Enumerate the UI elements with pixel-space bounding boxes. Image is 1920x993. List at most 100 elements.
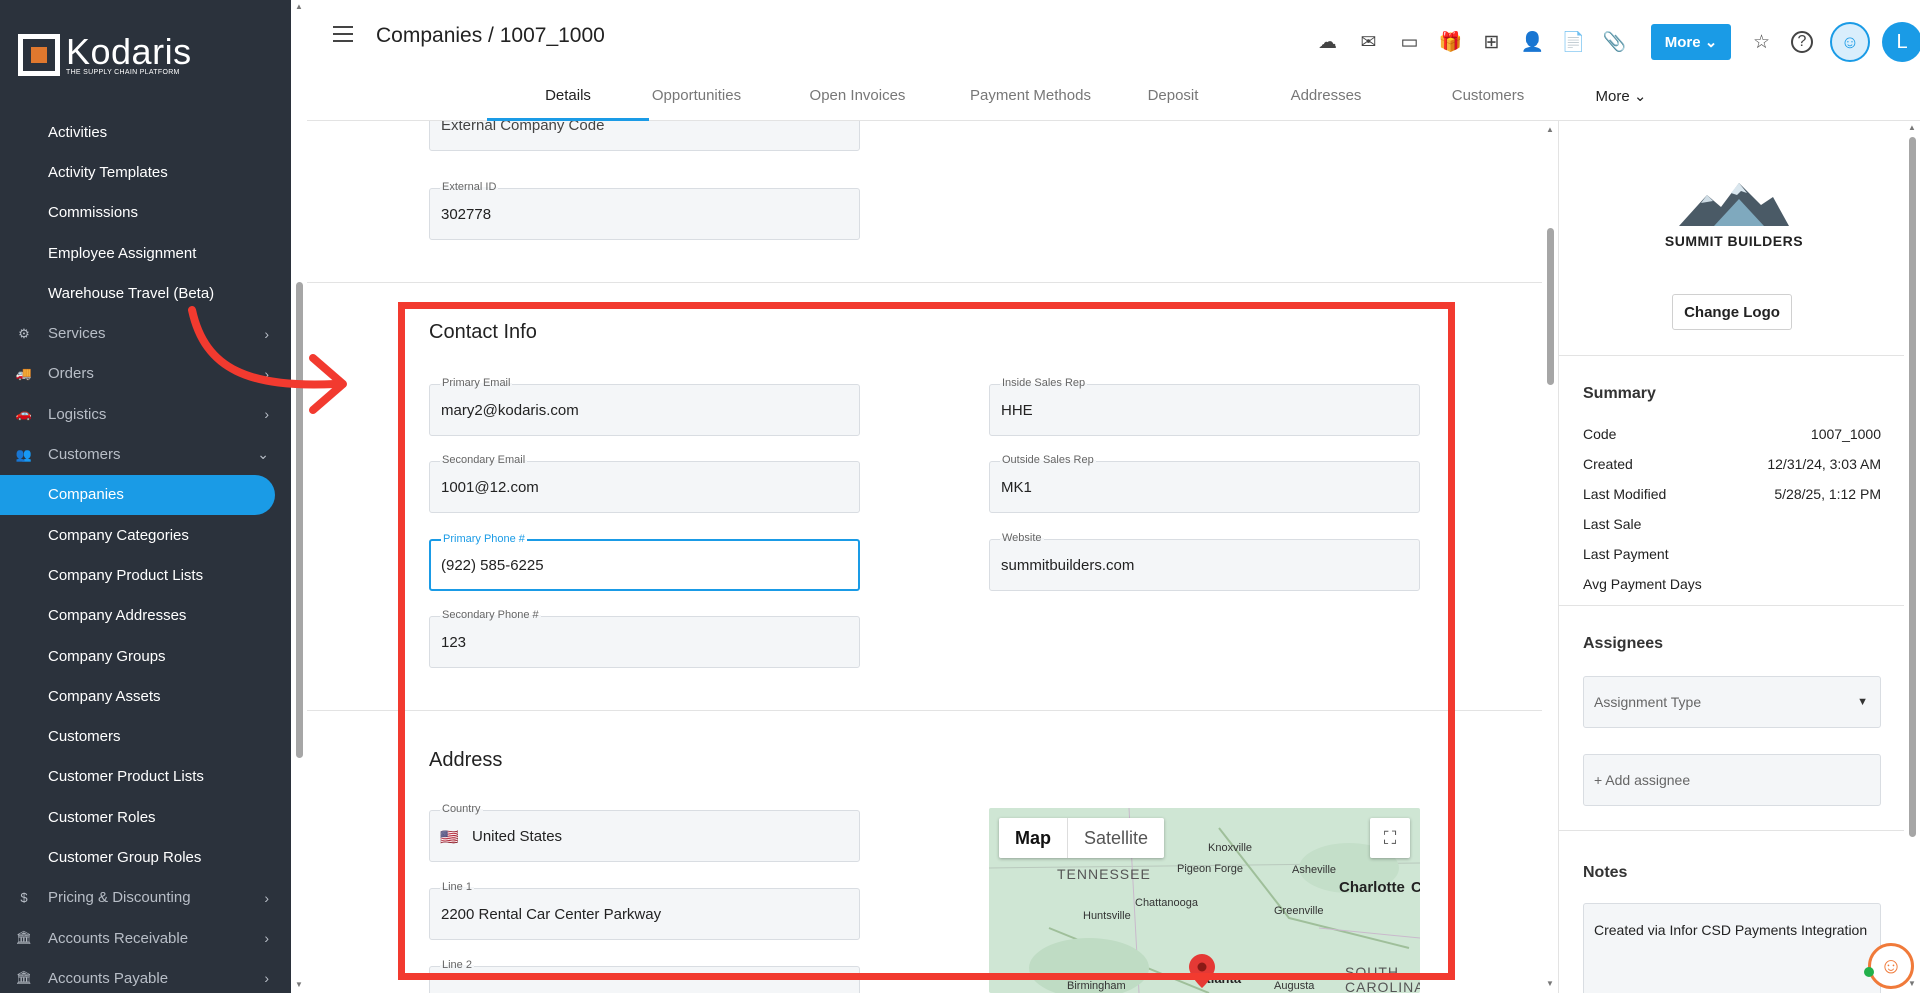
assistant-bot-icon[interactable]: ☺ <box>1830 22 1870 62</box>
bank-icon: 🏛 <box>15 930 33 946</box>
detail-tabs: Details Opportunities Open Invoices Payment… <box>307 80 1920 121</box>
external-id-field[interactable]: External ID 302778 <box>429 181 860 240</box>
sidebar-item-commissions[interactable]: Commissions <box>0 193 291 233</box>
assignment-type-select[interactable]: Assignment Type ▼ <box>1583 676 1881 728</box>
scroll-up-icon[interactable]: ▲ <box>1908 123 1916 132</box>
user-avatar[interactable]: L <box>1882 22 1920 62</box>
sidebar-item-accounts-payable[interactable]: 🏛 Accounts Payable › <box>0 958 291 993</box>
external-company-code-field[interactable]: External Company Code <box>429 121 860 151</box>
sidebar-item-label: Services <box>48 325 106 343</box>
sidebar-item-label: Accounts Payable <box>48 969 169 987</box>
sidebar-item-pricing-discounting[interactable]: $ Pricing & Discounting › <box>0 878 291 918</box>
sidebar-item-company-product-lists[interactable]: Company Product Lists <box>0 555 291 595</box>
scroll-down-icon[interactable]: ▼ <box>295 980 303 989</box>
logo-tagline: THE SUPPLY CHAIN PLATFORM <box>66 68 180 76</box>
main-scroll-thumb[interactable] <box>1547 228 1554 385</box>
summary-value: 5/28/25, 1:12 PM <box>1774 486 1881 502</box>
summary-label: Created <box>1583 456 1633 472</box>
chevron-right-icon: › <box>264 889 269 906</box>
annotation-arrow-icon <box>188 306 347 414</box>
tab-more[interactable]: More ⌄ <box>1573 80 1669 121</box>
add-assignee-input[interactable]: + Add assignee <box>1583 754 1881 806</box>
logo-name: Kodaris <box>66 30 192 72</box>
online-status-dot <box>1864 967 1874 977</box>
sidebar-item-companies[interactable]: Companies <box>0 474 275 515</box>
main-scrollbar[interactable]: ▲ ▼ <box>1543 121 1558 993</box>
summary-title: Summary <box>1583 385 1656 402</box>
chevron-right-icon: › <box>264 970 269 987</box>
scroll-up-icon[interactable]: ▲ <box>1546 125 1554 134</box>
sidebar-item-employee-assignment[interactable]: Employee Assignment <box>0 233 291 273</box>
tab-addresses[interactable]: Addresses <box>1253 80 1399 121</box>
tab-open-invoices[interactable]: Open Invoices <box>788 80 927 121</box>
card-icon[interactable]: ▭ <box>1389 26 1430 58</box>
summary-row: Code 1007_1000 <box>1583 426 1881 442</box>
chat-support-icon[interactable]: ☺ <box>1868 943 1914 989</box>
person-add-icon[interactable]: 👤 <box>1512 26 1553 58</box>
attachment-icon[interactable]: 📎 <box>1594 26 1635 58</box>
side-panel-scroll-thumb[interactable] <box>1909 137 1916 837</box>
scroll-down-icon[interactable]: ▼ <box>1908 979 1916 988</box>
mail-icon[interactable]: ✉ <box>1348 26 1389 58</box>
kodaris-logo-mark <box>18 34 60 76</box>
add-assignee-placeholder: + Add assignee <box>1594 772 1691 788</box>
sidebar-item-customer-product-lists[interactable]: Customer Product Lists <box>0 757 291 797</box>
sidebar-item-label: Activities <box>48 123 108 141</box>
scroll-up-icon[interactable]: ▲ <box>295 2 303 11</box>
sidebar-item-activity-templates[interactable]: Activity Templates <box>0 152 291 192</box>
chevron-down-icon: ⌄ <box>257 446 269 463</box>
sidebar-item-label: Customer Group Roles <box>48 848 202 866</box>
gift-icon[interactable]: 🎁 <box>1430 26 1471 58</box>
sidebar-scrollbar[interactable]: ▲ ▼ <box>292 0 307 993</box>
gears-icon: ⚙ <box>18 325 30 341</box>
screen-add-icon[interactable]: ⊞ <box>1471 26 1512 58</box>
dropdown-arrow-icon: ▼ <box>1857 696 1868 708</box>
sidebar-item-label: Pricing & Discounting <box>48 889 191 907</box>
sidebar-item-activities[interactable]: Activities <box>0 112 291 152</box>
sidebar-item-label: Company Assets <box>48 687 161 705</box>
sidebar-item-company-assets[interactable]: Company Assets <box>0 676 291 716</box>
notes-textarea[interactable]: Created via Infor CSD Payments Integrati… <box>1583 903 1881 993</box>
cloud-upload-icon[interactable]: ☁ <box>1307 26 1348 58</box>
change-logo-button[interactable]: Change Logo <box>1672 294 1792 330</box>
summary-row: Created 12/31/24, 3:03 AM <box>1583 456 1881 472</box>
breadcrumb: Companies / 1007_1000 <box>376 24 605 47</box>
sidebar: Kodaris THE SUPPLY CHAIN PLATFORM Activi… <box>0 0 291 993</box>
summary-label: Avg Payment Days <box>1583 576 1702 592</box>
car-icon: 🚗 <box>15 406 33 422</box>
header-toolbar: ☁ ✉ ▭ 🎁 ⊞ 👤 📄 📎 More ⌄ ☆? ☺ L <box>1307 22 1920 62</box>
notes-title: Notes <box>1583 864 1628 881</box>
tab-opportunities[interactable]: Opportunities <box>627 80 766 121</box>
hamburger-menu-icon[interactable] <box>333 26 353 47</box>
sidebar-item-accounts-receivable[interactable]: 🏛 Accounts Receivable › <box>0 918 291 958</box>
summary-section: Summary Code 1007_1000 Created 12/31/24, 3:… <box>1559 356 1905 606</box>
side-panel-scrollbar[interactable]: ▲ ▼ <box>1904 121 1920 993</box>
sidebar-item-customer-roles[interactable]: Customer Roles <box>0 797 291 837</box>
sidebar-item-customers[interactable]: Customers <box>0 716 291 756</box>
more-actions-button[interactable]: More ⌄ <box>1651 24 1731 60</box>
star-icon[interactable]: ☆ <box>1741 26 1782 58</box>
sidebar-item-customers[interactable]: 👥 Customers ⌄ <box>0 434 291 474</box>
people-icon: 👥 <box>15 446 33 462</box>
sidebar-item-label: Company Groups <box>48 647 166 665</box>
sidebar-item-company-groups[interactable]: Company Groups <box>0 636 291 676</box>
tab-payment-methods[interactable]: Payment Methods <box>948 80 1113 121</box>
map-place-augusta: Augusta <box>1274 980 1315 992</box>
assignees-title: Assignees <box>1583 635 1664 652</box>
scroll-down-icon[interactable]: ▼ <box>1546 979 1554 988</box>
tab-customers[interactable]: Customers <box>1417 80 1559 121</box>
summary-row: Last Modified 5/28/25, 1:12 PM <box>1583 486 1881 502</box>
summary-row: Last Payment <box>1583 546 1881 562</box>
tab-deposit[interactable]: Deposit <box>1119 80 1227 121</box>
help-icon[interactable]: ? <box>1791 31 1813 53</box>
summary-value: 12/31/24, 3:03 AM <box>1767 456 1881 472</box>
sidebar-item-company-addresses[interactable]: Company Addresses <box>0 596 291 636</box>
file-add-icon[interactable]: 📄 <box>1553 26 1594 58</box>
sidebar-item-customer-group-roles[interactable]: Customer Group Roles <box>0 837 291 877</box>
summary-label: Last Modified <box>1583 486 1667 502</box>
sidebar-item-label: Company Addresses <box>48 607 187 625</box>
sidebar-item-company-categories[interactable]: Company Categories <box>0 515 291 555</box>
tab-details[interactable]: Details <box>487 80 649 121</box>
kodaris-logo[interactable]: Kodaris THE SUPPLY CHAIN PLATFORM <box>18 30 192 76</box>
sidebar-item-label: Company Product Lists <box>48 566 204 584</box>
